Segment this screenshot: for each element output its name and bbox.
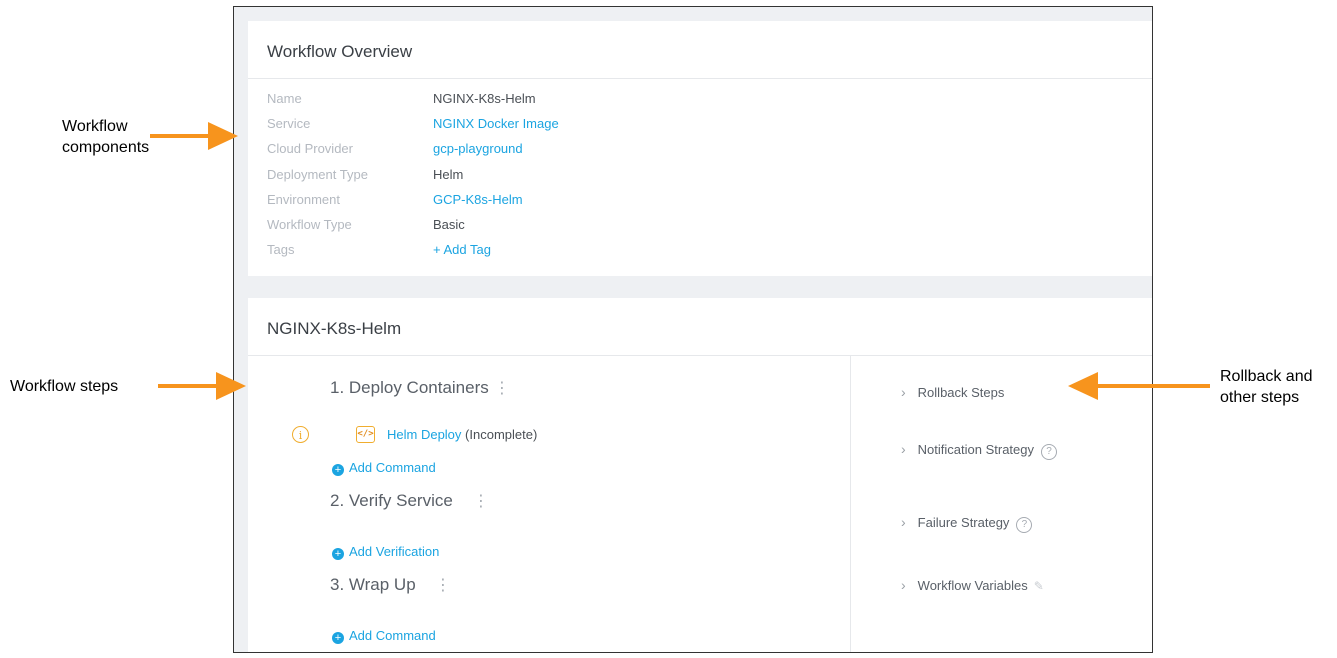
step-menu-icon[interactable]: ⋮ (473, 491, 489, 511)
command-status: (Incomplete) (465, 427, 538, 442)
annotation-line: Rollback and (1220, 368, 1313, 385)
notification-strategy-label: Notification Strategy (917, 442, 1035, 457)
step-menu-icon[interactable]: ⋮ (435, 575, 451, 595)
rollback-steps-item[interactable]: › Rollback Steps (901, 384, 1004, 400)
add-command-label: Add Command (349, 460, 436, 475)
chevron-right-icon: › (901, 441, 906, 457)
overview-label: Tags (267, 242, 295, 257)
step-title-wrap-up[interactable]: 3. Wrap Up (330, 575, 416, 595)
add-verification-label: Add Verification (349, 544, 440, 559)
cloud-provider-link[interactable]: gcp-playground (433, 141, 523, 156)
arrow-icon (158, 372, 246, 400)
step-title-verify-service[interactable]: 2. Verify Service (330, 491, 453, 511)
chevron-right-icon: › (901, 514, 906, 530)
helm-deploy-command: Helm Deploy (Incomplete) (387, 427, 537, 442)
plus-icon: + (332, 464, 344, 476)
annotation-workflow-components: Workflow components (62, 116, 149, 158)
overview-label: Deployment Type (267, 167, 368, 182)
chevron-right-icon: › (901, 577, 906, 593)
pencil-icon[interactable]: ✎ (1034, 579, 1044, 593)
workflow-variables-label: Workflow Variables (917, 578, 1028, 593)
rollback-steps-label: Rollback Steps (917, 385, 1005, 400)
annotation-line: other steps (1220, 389, 1300, 406)
environment-link[interactable]: GCP-K8s-Helm (433, 192, 523, 207)
info-icon[interactable]: i (292, 426, 309, 443)
chevron-right-icon: › (901, 384, 906, 400)
help-icon[interactable]: ? (1016, 517, 1033, 533)
plus-icon: + (332, 632, 344, 644)
add-command-button[interactable]: + Add Command (332, 628, 436, 644)
step-title-deploy-containers[interactable]: 1. Deploy Containers (330, 378, 489, 398)
plus-icon: + (332, 548, 344, 560)
overview-label: Name (267, 91, 302, 106)
overview-label: Workflow Type (267, 217, 352, 232)
notification-strategy-item[interactable]: › Notification Strategy? (901, 441, 1058, 460)
arrow-icon (150, 122, 238, 150)
annotation-line: Workflow (62, 118, 128, 135)
add-tag-link[interactable]: + Add Tag (433, 242, 491, 257)
overview-value: NGINX-K8s-Helm (433, 91, 536, 106)
overview-title: Workflow Overview (248, 21, 1152, 79)
step-menu-icon[interactable]: ⋮ (494, 378, 510, 398)
workflow-overview-card: Workflow Overview Name NGINX-K8s-Helm Se… (248, 21, 1152, 276)
add-verification-button[interactable]: + Add Verification (332, 544, 439, 560)
arrow-icon (1068, 372, 1210, 400)
helm-deploy-link[interactable]: Helm Deploy (387, 427, 461, 442)
failure-strategy-item[interactable]: › Failure Strategy? (901, 514, 1033, 533)
workflow-title: NGINX-K8s-Helm (248, 298, 1152, 356)
overview-value: Helm (433, 167, 464, 182)
workflow-screenshot: Workflow Overview Name NGINX-K8s-Helm Se… (233, 6, 1153, 653)
steps-column: 1. Deploy Containers ⋮ i </> Helm Deploy… (248, 356, 851, 652)
overview-label: Service (267, 116, 311, 131)
overview-value: Basic (433, 217, 465, 232)
add-command-button[interactable]: + Add Command (332, 460, 436, 476)
overview-label: Environment (267, 192, 340, 207)
help-icon[interactable]: ? (1041, 444, 1058, 460)
overview-label: Cloud Provider (267, 141, 353, 156)
code-icon: </> (356, 426, 375, 443)
failure-strategy-label: Failure Strategy (917, 515, 1010, 530)
workflow-variables-item[interactable]: › Workflow Variables ✎ (901, 577, 1044, 593)
annotation-workflow-steps: Workflow steps (10, 378, 119, 395)
service-link[interactable]: NGINX Docker Image (433, 116, 559, 131)
annotation-line: components (62, 139, 150, 156)
workflow-steps-card: NGINX-K8s-Helm 1. Deploy Containers ⋮ i … (248, 298, 1152, 652)
add-command-label: Add Command (349, 628, 436, 643)
annotation-rollback: Rollback and other steps (1220, 366, 1313, 408)
